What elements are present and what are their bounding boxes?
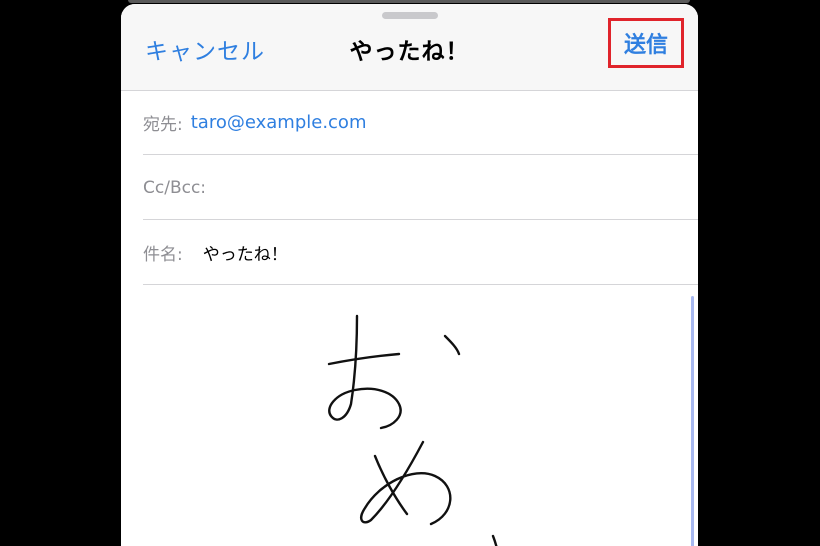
- to-label: 宛先:: [143, 115, 183, 135]
- screen: キャンセル やったね！ 送信 宛先: taro@example.com Cc/B…: [0, 0, 820, 546]
- subject-value[interactable]: やったね！: [203, 240, 288, 265]
- handwritten-sketch: [327, 314, 498, 546]
- cc-bcc-field[interactable]: Cc/Bcc:: [143, 156, 698, 220]
- message-body[interactable]: [143, 286, 698, 546]
- cc-bcc-label: Cc/Bcc:: [143, 177, 207, 198]
- sketch-stroke: [373, 454, 409, 516]
- sketch-stroke: [327, 352, 401, 366]
- mail-compose-sheet: キャンセル やったね！ 送信 宛先: taro@example.com Cc/B…: [121, 4, 698, 546]
- send-button[interactable]: 送信: [608, 18, 684, 68]
- sketch-stroke: [328, 314, 402, 430]
- subject-label: 件名:: [143, 245, 183, 265]
- sheet-grabber-icon[interactable]: [382, 12, 438, 19]
- to-field[interactable]: 宛先: taro@example.com: [143, 91, 698, 155]
- cursor-caret: [691, 296, 694, 546]
- subject-field[interactable]: 件名: やったね！: [143, 221, 698, 285]
- sketch-stroke: [491, 534, 498, 546]
- navigation-bar: キャンセル やったね！ 送信: [121, 4, 698, 91]
- recipient-address[interactable]: taro@example.com: [191, 112, 367, 133]
- background-sheet: [128, 0, 690, 3]
- sketch-stroke: [443, 334, 461, 356]
